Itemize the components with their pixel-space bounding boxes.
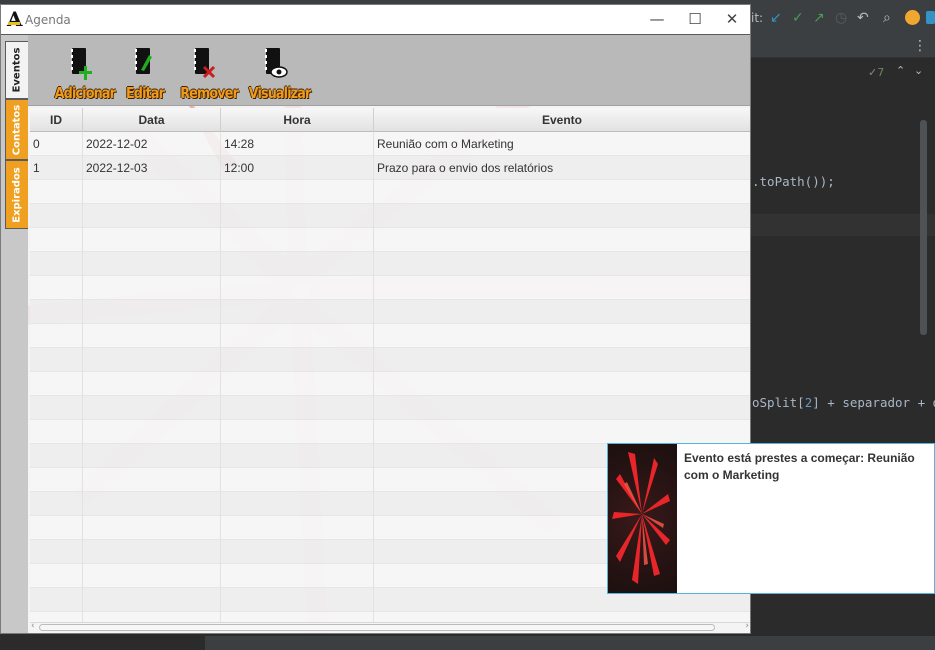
window-title: Agenda <box>25 13 71 27</box>
remove-button[interactable]: Remover <box>176 45 239 105</box>
tab-label: Contatos <box>11 104 23 155</box>
empty-table-row[interactable] <box>30 204 750 228</box>
close-button[interactable]: ✕ <box>713 5 751 35</box>
scroll-left-icon[interactable]: ‹ <box>31 621 35 631</box>
empty-table-row[interactable] <box>30 396 750 420</box>
editor-scrollbar[interactable] <box>920 120 927 335</box>
toolbar: Adicionar Editar Remover Visualizar <box>28 35 750 106</box>
scrollbar-thumb[interactable] <box>39 624 715 631</box>
scroll-right-icon[interactable]: › <box>745 621 749 631</box>
git-push-icon[interactable]: ↗ <box>813 9 825 27</box>
edit-button[interactable]: Editar <box>122 45 168 105</box>
column-divider <box>220 132 221 623</box>
empty-table-row[interactable] <box>30 228 750 252</box>
column-divider <box>82 132 83 623</box>
column-header-evento[interactable]: Evento <box>374 108 750 132</box>
view-event-icon <box>265 48 288 78</box>
add-button-label: Adicionar <box>54 84 116 102</box>
table-cell: 2022-12-03 <box>86 161 148 175</box>
empty-table-row[interactable] <box>30 372 750 396</box>
empty-table-row[interactable] <box>30 252 750 276</box>
empty-table-row[interactable] <box>30 276 750 300</box>
ide-bottom-panel <box>205 636 935 650</box>
edit-button-label: Editar <box>125 84 165 102</box>
tab-eventos[interactable]: Eventos <box>5 41 28 99</box>
add-event-icon <box>71 48 92 80</box>
table-cell: Reunião com o Marketing <box>377 137 514 151</box>
empty-table-row[interactable] <box>30 324 750 348</box>
git-label: it: <box>751 11 764 25</box>
notification-image <box>608 444 677 593</box>
maximize-button[interactable]: ☐ <box>676 5 714 35</box>
title-bar[interactable]: A Agenda — ☐ ✕ <box>1 5 750 35</box>
vertical-tabs: Eventos Contatos Expirados <box>1 35 28 633</box>
edit-event-icon <box>135 48 152 74</box>
tab-expirados[interactable]: Expirados <box>5 160 28 229</box>
table-cell: 1 <box>33 161 40 175</box>
remove-button-label: Remover <box>180 84 239 102</box>
view-button[interactable]: Visualizar <box>244 45 312 105</box>
history-icon[interactable]: ◷ <box>835 9 847 27</box>
table-cell: 14:28 <box>224 137 255 151</box>
add-button[interactable]: Adicionar <box>50 45 116 105</box>
update-icon[interactable] <box>905 10 920 25</box>
git-update-icon[interactable]: ↙ <box>770 9 782 27</box>
table-row[interactable]: 0 2022-12-02 14:28 Reunião com o Marketing <box>30 132 750 156</box>
inspection-count: 7 <box>877 66 885 79</box>
inspection-widget[interactable]: ✓7 <box>868 66 884 79</box>
table-row[interactable]: 1 2022-12-03 12:00 Prazo para o envio dos r… <box>30 156 750 180</box>
empty-table-row[interactable] <box>30 300 750 324</box>
ide-editor-tabs <box>750 36 935 58</box>
column-divider <box>373 132 374 623</box>
git-commit-icon[interactable]: ✓ <box>792 9 804 27</box>
column-header-data[interactable]: Data <box>83 108 221 132</box>
column-header-id[interactable]: ID <box>30 108 83 132</box>
table-cell: 12:00 <box>224 161 255 175</box>
swirl-logo-icon <box>612 452 670 584</box>
empty-table-row[interactable] <box>30 180 750 204</box>
more-icon[interactable]: ⋮ <box>913 38 927 54</box>
table-cell: Prazo para o envio dos relatórios <box>377 161 554 175</box>
remove-event-icon <box>194 48 216 79</box>
tab-label: Expirados <box>11 166 23 223</box>
chevron-up-icon[interactable]: ⌃ <box>896 64 905 77</box>
notification-message: Evento está prestes a começar: Reunião c… <box>684 451 915 482</box>
table-cell: 0 <box>33 137 40 151</box>
table-cell: 2022-12-02 <box>86 137 148 151</box>
minimize-button[interactable]: — <box>638 5 676 35</box>
app-logo-icon: A <box>7 7 23 31</box>
view-button-label: Visualizar <box>248 84 312 102</box>
empty-table-row[interactable] <box>30 348 750 372</box>
empty-table-row[interactable] <box>30 420 750 444</box>
table-header: ID Data Hora Evento <box>30 108 750 132</box>
plugin-icon[interactable] <box>926 11 935 24</box>
search-icon[interactable]: ⌕ <box>883 9 891 27</box>
current-line-highlight <box>750 214 935 236</box>
tab-label: Eventos <box>11 47 23 93</box>
column-header-hora[interactable]: Hora <box>221 108 374 132</box>
horizontal-scrollbar[interactable]: ‹ › <box>30 621 750 632</box>
rollback-icon[interactable]: ↶ <box>857 9 869 27</box>
code-line: .toPath()); <box>752 174 835 189</box>
tab-contatos[interactable]: Contatos <box>5 99 28 160</box>
code-line: oSplit[2] + separador + dad <box>752 395 935 410</box>
chevron-down-icon[interactable]: ⌄ <box>914 64 923 77</box>
event-notification[interactable]: Evento está prestes a começar: Reunião c… <box>607 443 935 594</box>
